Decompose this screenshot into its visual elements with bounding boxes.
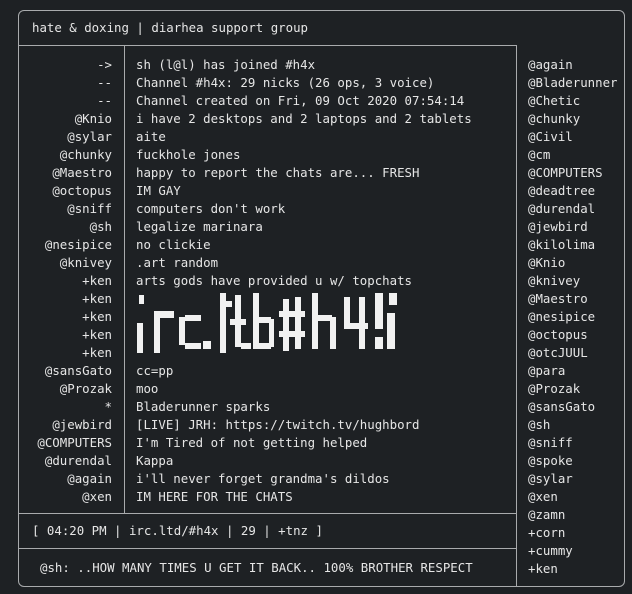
- nick-list-item[interactable]: @Civil: [528, 128, 573, 146]
- chat-line-nick[interactable]: @nesipice: [20, 236, 112, 254]
- chat-line-text: moo: [136, 381, 159, 396]
- chat-line-text: IM GAY: [136, 183, 181, 198]
- channel-topic: hate & doxing | diarhea support group: [32, 20, 309, 35]
- chat-line-nick[interactable]: @again: [20, 470, 112, 488]
- chat-line-text: Bladerunner sparks: [136, 399, 271, 414]
- chat-line-nick[interactable]: @sh: [20, 218, 112, 236]
- chat-line-nick[interactable]: +ken: [20, 290, 112, 308]
- chat-line-text: no clickie: [136, 237, 211, 252]
- chat-line-nick[interactable]: +ken: [20, 272, 112, 290]
- nick-list-item[interactable]: @spoke: [528, 452, 573, 470]
- divider-status-bottom: [18, 548, 517, 549]
- nick-list-item[interactable]: @zamn: [528, 506, 565, 524]
- status-bar: [ 04:20 PM | irc.ltd/#h4x | 29 | +tnz ]: [32, 523, 323, 538]
- chat-line-nick[interactable]: @chunky: [20, 146, 112, 164]
- chat-line-nick[interactable]: +ken: [20, 326, 112, 344]
- nick-list-item[interactable]: +ken: [528, 560, 558, 578]
- chat-line-text: arts gods have provided u w/ topchats: [136, 273, 413, 288]
- chat-line-text: computers don't work: [136, 201, 286, 216]
- nick-list-item[interactable]: +cummy: [528, 542, 573, 560]
- chat-line-text: i have 2 desktops and 2 laptops and 2 ta…: [136, 111, 472, 126]
- chat-line-nick[interactable]: --: [20, 92, 112, 110]
- nick-list-item[interactable]: @nesipice: [528, 308, 595, 326]
- nick-list-item[interactable]: +corn: [528, 524, 565, 542]
- chat-line-nick[interactable]: @knivey: [20, 254, 112, 272]
- nick-list-item[interactable]: @otcJUUL: [528, 344, 588, 362]
- chat-line-nick[interactable]: @Knio: [20, 110, 112, 128]
- chat-line-nick[interactable]: --: [20, 74, 112, 92]
- chat-line-text: aite: [136, 129, 166, 144]
- chat-line-nick[interactable]: +ken: [20, 308, 112, 326]
- chat-line-nick[interactable]: ->: [20, 56, 112, 74]
- nick-list-item[interactable]: @kilolima: [528, 236, 595, 254]
- chat-line-nick[interactable]: @Maestro: [20, 164, 112, 182]
- chat-line-text: sh (l@l) has joined #h4x: [136, 57, 316, 72]
- nick-list-item[interactable]: @durendal: [528, 200, 595, 218]
- chat-line-text: Channel #h4x: 29 nicks (26 ops, 3 voice): [136, 75, 435, 90]
- chat-line-text: IM HERE FOR THE CHATS: [136, 489, 293, 504]
- message-input[interactable]: @sh: ..HOW MANY TIMES U GET IT BACK.. 10…: [40, 559, 473, 577]
- nick-list-item[interactable]: @Bladerunner: [528, 74, 618, 92]
- chat-line-nick[interactable]: @durendal: [20, 452, 112, 470]
- chat-line-nick[interactable]: @sniff: [20, 200, 112, 218]
- divider-nick-column: [124, 45, 125, 513]
- chat-line-nick[interactable]: @xen: [20, 488, 112, 506]
- nick-list-item[interactable]: @xen: [528, 488, 558, 506]
- chat-line-nick[interactable]: @COMPUTERS: [20, 434, 112, 452]
- nick-list-item[interactable]: @para: [528, 362, 565, 380]
- nick-list-item[interactable]: @Maestro: [528, 290, 588, 308]
- nick-list-item[interactable]: @Knio: [528, 254, 565, 272]
- divider-status-top: [18, 513, 517, 514]
- nick-list-item[interactable]: @octopus: [528, 326, 588, 344]
- chat-line-text: [LIVE] JRH: https://twitch.tv/hughbord: [136, 417, 420, 432]
- nick-list-item[interactable]: @jewbird: [528, 218, 588, 236]
- chat-line-nick[interactable]: @jewbird: [20, 416, 112, 434]
- nick-list-item[interactable]: @again: [528, 56, 573, 74]
- chat-line-nick[interactable]: @Prozak: [20, 380, 112, 398]
- divider-top: [18, 45, 517, 46]
- nick-list-item[interactable]: @cm: [528, 146, 550, 164]
- chat-line-nick[interactable]: +ken: [20, 344, 112, 362]
- nick-list-item[interactable]: @chunky: [528, 110, 580, 128]
- nick-list-item[interactable]: @deadtree: [528, 182, 595, 200]
- chat-line-text: i'll never forget grandma's dildos: [136, 471, 390, 486]
- chat-line-text: .art random: [136, 255, 219, 270]
- divider-nicklist: [516, 45, 517, 587]
- chat-line-text: Kappa: [136, 453, 174, 468]
- chat-line-text: legalize marinara: [136, 219, 263, 234]
- chat-line-text: fuckhole jones: [136, 147, 241, 162]
- chat-line-text: cc=pp: [136, 363, 174, 378]
- chat-line-text: I'm Tired of not getting helped: [136, 435, 368, 450]
- nick-list-item[interactable]: @sansGato: [528, 398, 595, 416]
- nick-list-item[interactable]: @COMPUTERS: [528, 164, 603, 182]
- nick-list-item[interactable]: @sh: [528, 416, 550, 434]
- chat-line-nick[interactable]: @octopus: [20, 182, 112, 200]
- chat-line-nick[interactable]: @sylar: [20, 128, 112, 146]
- chat-line-text: happy to report the chats are... FRESH: [136, 165, 420, 180]
- chat-line-text: Channel created on Fri, 09 Oct 2020 07:5…: [136, 93, 465, 108]
- nick-list-item[interactable]: @sniff: [528, 434, 573, 452]
- nick-list-item[interactable]: @knivey: [528, 272, 580, 290]
- nick-list-item[interactable]: @Chetic: [528, 92, 580, 110]
- nick-list-item[interactable]: @Prozak: [528, 380, 580, 398]
- ascii-art-banner: [137, 293, 397, 353]
- chat-line-nick[interactable]: @sansGato: [20, 362, 112, 380]
- chat-line-nick[interactable]: *: [20, 398, 112, 416]
- nick-list-item[interactable]: @sylar: [528, 470, 573, 488]
